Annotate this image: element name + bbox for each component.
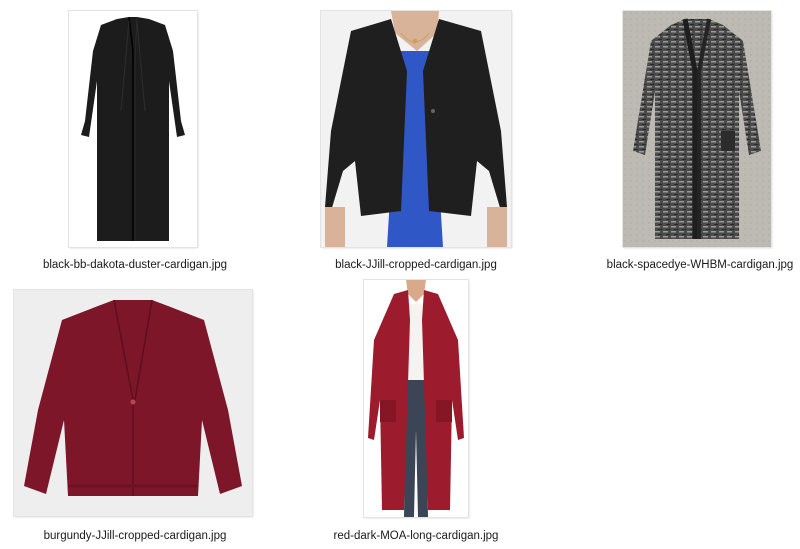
dark-red-long-cardigan-image [364,280,468,517]
file-name-label[interactable]: black-spacedye-WHBM-cardigan.jpg [607,258,794,272]
file-name-label[interactable]: black-bb-dakota-duster-cardigan.jpg [43,258,227,272]
image-thumbnail-icon[interactable] [69,11,197,247]
black-cropped-cardigan-image [321,11,511,247]
gray-spacedye-cardigan-image [623,11,771,247]
file-tile-black-bb-dakota-duster-cardigan[interactable]: black-bb-dakota-duster-cardigan.jpg [0,0,270,280]
image-thumbnail-icon[interactable] [623,11,771,247]
file-name-label[interactable]: burgundy-JJill-cropped-cardigan.jpg [44,529,227,543]
image-thumbnail-icon[interactable] [14,290,252,516]
image-thumbnail-icon[interactable] [321,11,511,247]
file-tile-black-jjill-cropped-cardigan[interactable]: black-JJill-cropped-cardigan.jpg [290,0,540,280]
file-tile-black-spacedye-whbm-cardigan[interactable]: black-spacedye-WHBM-cardigan.jpg [580,0,800,280]
file-tile-red-dark-moa-long-cardigan[interactable]: red-dark-MOA-long-cardigan.jpg [290,280,540,549]
image-thumbnail-icon[interactable] [364,280,468,517]
file-tile-burgundy-jjill-cropped-cardigan[interactable]: burgundy-JJill-cropped-cardigan.jpg [0,280,270,549]
file-name-label[interactable]: red-dark-MOA-long-cardigan.jpg [334,529,499,543]
burgundy-cardigan-image [14,290,252,516]
file-name-label[interactable]: black-JJill-cropped-cardigan.jpg [335,258,497,272]
black-duster-cardigan-image [69,11,197,247]
